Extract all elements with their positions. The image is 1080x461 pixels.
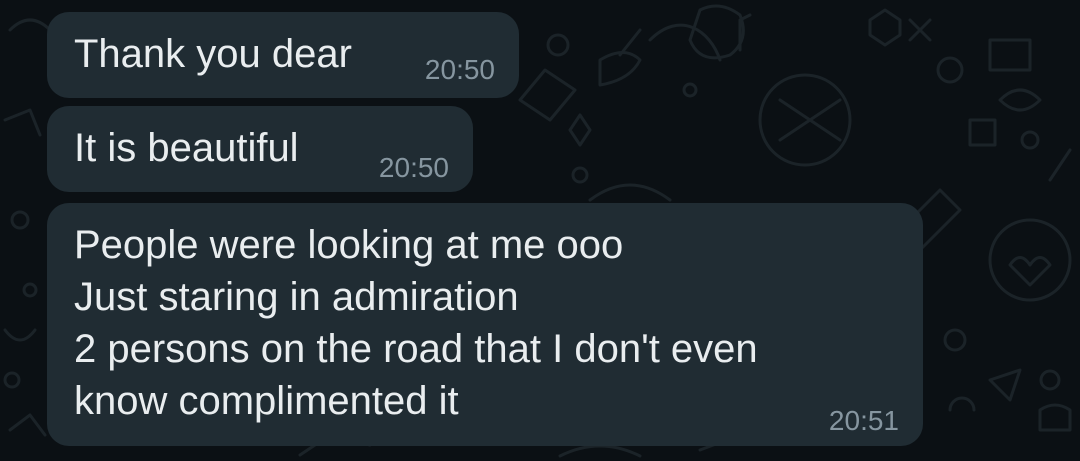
message-bubble[interactable]: Thank you dear 20:50 (47, 12, 519, 98)
message-bubble[interactable]: People were looking at me ooo Just stari… (47, 203, 923, 446)
message-text: Thank you dear (74, 32, 352, 76)
message-timestamp: 20:51 (828, 405, 899, 436)
message-text: It is beautiful (74, 126, 299, 170)
message-timestamp: 20:50 (424, 54, 495, 85)
message-bubble[interactable]: It is beautiful 20:50 (47, 106, 473, 192)
chat-view: Thank you dear 20:50 It is beautiful 20:… (0, 0, 1080, 461)
message-timestamp: 20:50 (378, 152, 449, 183)
message-text: People were looking at me ooo Just stari… (74, 223, 758, 423)
